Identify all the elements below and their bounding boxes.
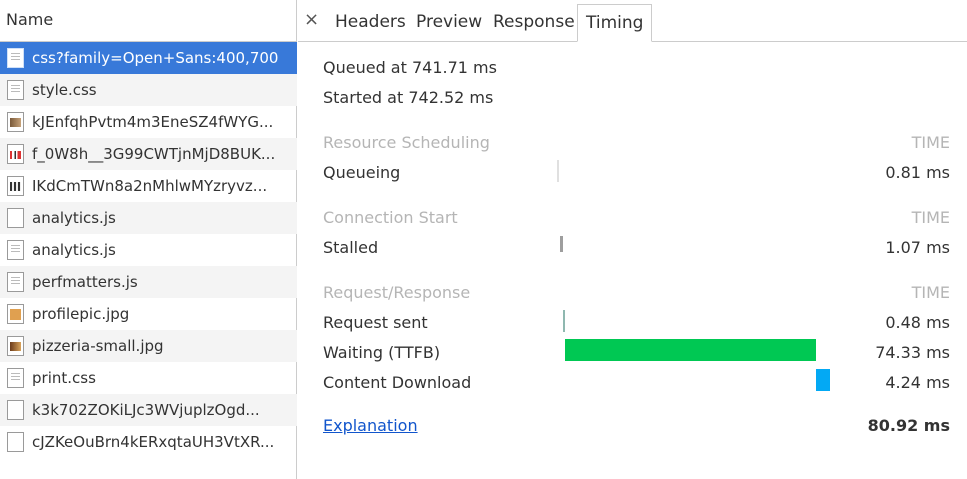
document-file-icon [7, 400, 24, 420]
document-file-icon [7, 80, 24, 100]
document-file-icon [7, 272, 24, 292]
request-list-item[interactable]: analytics.js [0, 202, 297, 234]
request-sent-label: Request sent [323, 313, 428, 332]
explanation-link[interactable]: Explanation [323, 416, 418, 435]
request-list-item[interactable]: pizzeria-small.jpg [0, 330, 297, 362]
queueing-value: 0.81 ms [885, 163, 950, 182]
stalled-label: Stalled [323, 238, 379, 257]
document-file-icon [7, 368, 24, 388]
time-column-header: TIME [911, 283, 950, 302]
tab-response[interactable]: Response [493, 12, 575, 32]
time-column-header: TIME [911, 208, 950, 227]
details-tabbar: × Headers Preview Response Timing [298, 0, 967, 42]
request-list-item[interactable]: analytics.js [0, 234, 297, 266]
stalled-bar [560, 236, 563, 252]
tab-headers[interactable]: Headers [335, 12, 406, 32]
request-list: css?family=Open+Sans:400,700 style.css kJE… [0, 42, 297, 458]
image-file-icon [7, 144, 24, 164]
request-file-name: style.css [32, 81, 97, 99]
content-download-value: 4.24 ms [885, 373, 950, 392]
request-file-name: analytics.js [32, 209, 116, 227]
document-file-icon [7, 240, 24, 260]
request-list-item[interactable]: css?family=Open+Sans:400,700 [0, 42, 297, 74]
image-file-icon [7, 112, 24, 132]
request-file-name: k3k702ZOKiLJc3WVjuplzOgd... [32, 401, 260, 419]
request-list-panel: Name css?family=Open+Sans:400,700 style.c… [0, 0, 297, 479]
image-file-icon [7, 176, 24, 196]
request-file-name: print.css [32, 369, 96, 387]
section-request-response: Request/Response [323, 283, 471, 302]
tab-preview[interactable]: Preview [416, 12, 482, 32]
request-list-item[interactable]: kJEnfqhPvtm4m3EneSZ4fWYG... [0, 106, 297, 138]
request-file-name: css?family=Open+Sans:400,700 [32, 49, 279, 67]
request-file-name: analytics.js [32, 241, 116, 259]
queueing-label: Queueing [323, 163, 401, 182]
request-list-item[interactable]: perfmatters.js [0, 266, 297, 298]
document-file-icon [7, 208, 24, 228]
request-file-name: f_0W8h__3G99CWTjnMjD8BUK... [32, 145, 276, 163]
request-list-item[interactable]: style.css [0, 74, 297, 106]
queued-at-text: Queued at 741.71 ms [323, 58, 497, 77]
name-column-header[interactable]: Name [0, 0, 296, 42]
waiting-ttfb-label: Waiting (TTFB) [323, 343, 441, 362]
time-column-header: TIME [911, 133, 950, 152]
request-file-name: pizzeria-small.jpg [32, 337, 164, 355]
waiting-ttfb-bar [565, 339, 816, 361]
queueing-bar [557, 160, 559, 182]
tab-timing[interactable]: Timing [577, 4, 653, 42]
request-sent-bar [563, 310, 565, 332]
request-list-item[interactable]: f_0W8h__3G99CWTjnMjD8BUK... [0, 138, 297, 170]
content-download-bar [816, 369, 830, 391]
image-file-icon [7, 336, 24, 356]
total-time: 80.92 ms [867, 416, 950, 435]
started-at-text: Started at 742.52 ms [323, 88, 494, 107]
document-file-icon [7, 432, 24, 452]
request-list-item[interactable]: IKdCmTWn8a2nMhlwMYzryvz... [0, 170, 297, 202]
request-list-item[interactable]: k3k702ZOKiLJc3WVjuplzOgd... [0, 394, 297, 426]
request-sent-value: 0.48 ms [885, 313, 950, 332]
request-file-name: IKdCmTWn8a2nMhlwMYzryvz... [32, 177, 268, 195]
request-list-item[interactable]: profilepic.jpg [0, 298, 297, 330]
request-file-name: kJEnfqhPvtm4m3EneSZ4fWYG... [32, 113, 274, 131]
request-file-name: perfmatters.js [32, 273, 138, 291]
request-list-item[interactable]: print.css [0, 362, 297, 394]
section-resource-scheduling: Resource Scheduling [323, 133, 490, 152]
image-file-icon [7, 304, 24, 324]
content-download-label: Content Download [323, 373, 472, 392]
close-icon[interactable]: × [304, 9, 319, 30]
document-file-icon [7, 48, 24, 68]
section-connection-start: Connection Start [323, 208, 458, 227]
stalled-value: 1.07 ms [885, 238, 950, 257]
details-panel: × Headers Preview Response Timing Queued… [298, 0, 967, 479]
request-file-name: cJZKeOuBrn4kERxqtaUH3VtXR... [32, 433, 275, 451]
request-list-item[interactable]: cJZKeOuBrn4kERxqtaUH3VtXR... [0, 426, 297, 458]
waiting-ttfb-value: 74.33 ms [875, 343, 950, 362]
request-file-name: profilepic.jpg [32, 305, 130, 323]
